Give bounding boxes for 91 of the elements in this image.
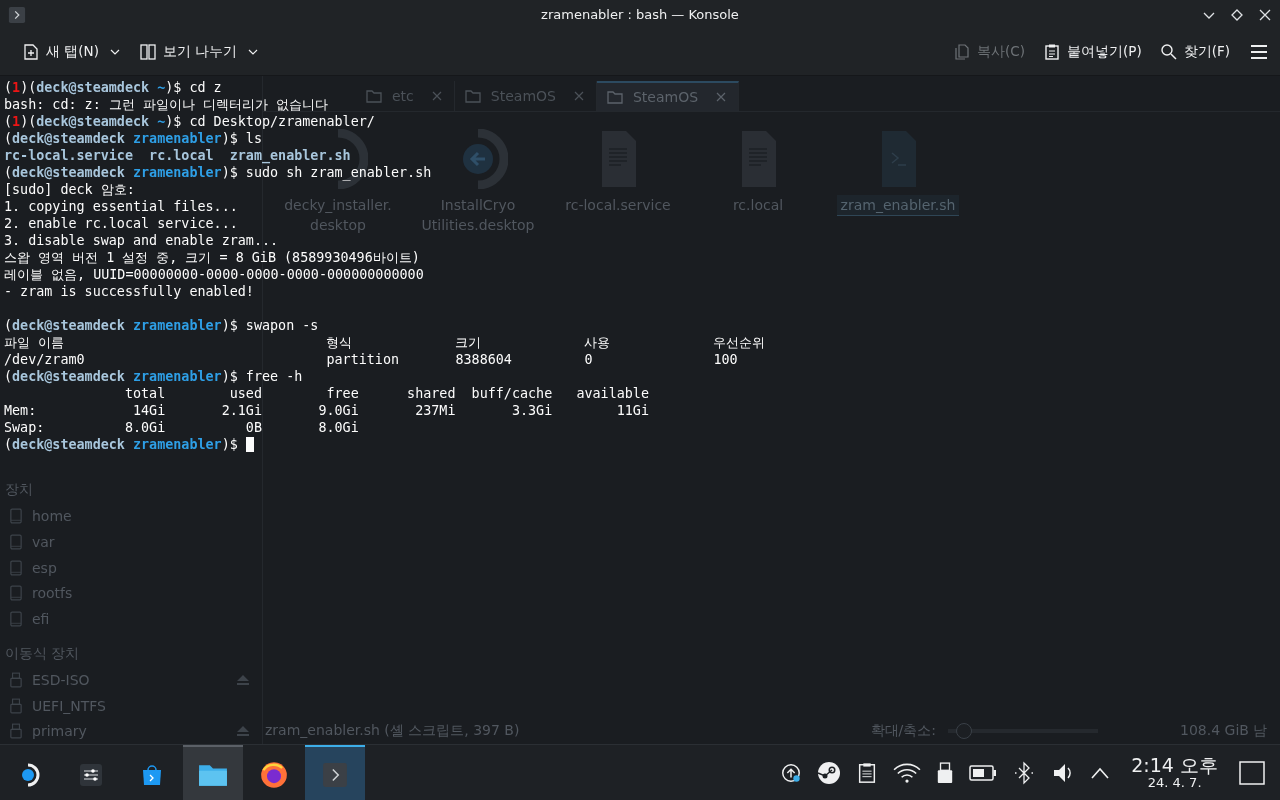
drive-icon (10, 585, 22, 602)
sidebar-heading: 이동식 장치 (4, 644, 80, 664)
find-button[interactable]: 찾기(F) (1153, 39, 1236, 66)
usb-drive-icon (10, 697, 22, 714)
file-name[interactable]: rc-local.service (561, 194, 675, 215)
sidebar-heading: 장치 (4, 480, 33, 500)
status-text: zram_enabler.sh (셸 스크립트, 397 B) (265, 722, 520, 741)
terminal-icon (322, 761, 348, 788)
table-cell: /dev/zram0 (4, 351, 85, 367)
prompt-line: (deck@steamdeck zramenabler)$ sudo sh zram_enabler.sh (4, 164, 432, 181)
prompt-line: (deck@steamdeck zramenabler)$ ls (4, 129, 262, 147)
table-cell: 파일 이름 (4, 334, 65, 350)
steam-icon[interactable] (817, 760, 842, 785)
new-tab-icon (22, 43, 40, 62)
usb-drive-icon (10, 723, 22, 740)
output-line: 1. copying essential files... (4, 197, 238, 215)
output-line: [sudo] deck 암호: (4, 180, 135, 198)
sidebar-item[interactable]: rootfs (32, 585, 73, 602)
sidebar-item[interactable]: UEFI_NTFS (32, 697, 106, 714)
window-title: zramenabler : bash — Konsole (541, 7, 739, 23)
sliders-icon (79, 762, 103, 787)
output-line: 2. enable rc.local service... (4, 214, 238, 232)
new-tab-button[interactable]: 새 탭(N) (16, 39, 127, 66)
output-line: - zram is successfully enabled! (4, 282, 254, 300)
files-taskbar-button[interactable] (183, 745, 243, 800)
prompt-line: (deck@steamdeck zramenabler)$ swapon -s (4, 316, 319, 334)
table-cell: 0 (584, 351, 593, 367)
output-line: bash: cd: z: 그런 파일이나 디렉터리가 없습니다 (4, 95, 328, 113)
table-cell: partition (326, 351, 400, 367)
output-line: total used free shared buff/cache available (123, 384, 649, 402)
split-view-icon (138, 43, 157, 62)
file-name[interactable]: rc.local (728, 194, 788, 215)
table-cell: 크기 (455, 334, 482, 350)
maximize-icon[interactable] (1230, 7, 1244, 22)
output-line: 레이블 없음, UUID=00000000-0000-0000-0000-000000000000 (4, 265, 424, 283)
free-space: 108.4 GiB 남 (1180, 722, 1269, 741)
caret-up-icon[interactable] (1090, 765, 1111, 780)
usb-drive-icon[interactable] (936, 761, 955, 784)
drive-icon (10, 610, 22, 627)
terminal-app-icon (8, 5, 26, 24)
update-icon[interactable] (780, 761, 803, 784)
file-name[interactable]: zram_enabler.sh (836, 194, 960, 216)
file-name: rc.local (149, 146, 214, 164)
output-line: 스왑 영역 버전 1 설정 중, 크기 = 8 GiB (8589930496바이트) (4, 248, 420, 266)
file-name[interactable]: decky_installer. desktop (280, 194, 396, 235)
sidebar-item[interactable]: var (32, 533, 55, 550)
sidebar-item[interactable]: primary (32, 723, 87, 740)
sidebar-item[interactable]: esp (32, 559, 57, 576)
drive-icon (10, 559, 22, 576)
clock-time: 2:14 오후 (1131, 754, 1218, 776)
paste-button[interactable]: 붙여넣기(P) (1037, 39, 1148, 66)
wifi-icon[interactable] (893, 761, 922, 784)
file-name[interactable]: InstallCryo Utilities.desktop (417, 194, 539, 235)
output-line: Swap: 8.0Gi 0B 8.0Gi (4, 418, 359, 436)
tab[interactable]: SteamOS (596, 80, 740, 111)
browser-logo-icon (260, 760, 288, 789)
usb-drive-icon (10, 672, 22, 689)
show-desktop-icon[interactable] (1239, 760, 1265, 785)
slider-thumb[interactable] (955, 723, 972, 740)
output-line: Mem: 14Gi 2.1Gi 9.0Gi 237Mi 3.3Gi 11Gi (4, 401, 649, 419)
prompt-line: (1)(deck@steamdeck ~)$ cd Desktop/zramenabler/ (4, 112, 375, 130)
sidebar-item[interactable]: ESD-ISO (32, 672, 90, 689)
terminal-taskbar-button[interactable] (305, 745, 365, 800)
drive-icon (10, 508, 22, 525)
split-button[interactable]: 보기 나누기 (132, 39, 266, 66)
file-name: zram_enabler.sh (229, 146, 351, 164)
prompt-line: (1)(deck@steamdeck ~)$ cd z (4, 78, 222, 96)
sidebar-item[interactable]: efi (32, 610, 50, 627)
table-cell: 100 (713, 351, 738, 367)
close-icon[interactable] (1258, 7, 1272, 22)
table-cell: 형식 (326, 334, 353, 350)
output-line: 3. disable swap and enable zram... (4, 231, 279, 249)
prompt-line: (deck@steamdeck zramenabler)$ free -h (4, 367, 303, 385)
sidebar-item[interactable]: home (32, 508, 72, 525)
battery-icon[interactable] (969, 764, 998, 781)
clock-date: 24. 4. 7. (1147, 775, 1202, 791)
shopping-bag-icon (140, 762, 164, 787)
folder-icon (606, 89, 623, 104)
search-icon (1159, 43, 1178, 62)
folder-icon (464, 88, 481, 103)
prompt-line: (deck@steamdeck zramenabler)$ (4, 435, 238, 453)
table-cell: 8388604 (455, 351, 512, 367)
copy-icon (953, 43, 972, 62)
menu-icon[interactable] (1250, 43, 1268, 62)
table-cell: 사용 (584, 334, 611, 350)
table-cell: 우선순위 (713, 334, 766, 350)
folder-icon (366, 88, 382, 103)
drive-icon (10, 533, 22, 550)
file-name: rc-local.service (4, 146, 133, 164)
zoom-label: 확대/축소: (870, 722, 936, 741)
clipboard-icon (1043, 43, 1061, 62)
